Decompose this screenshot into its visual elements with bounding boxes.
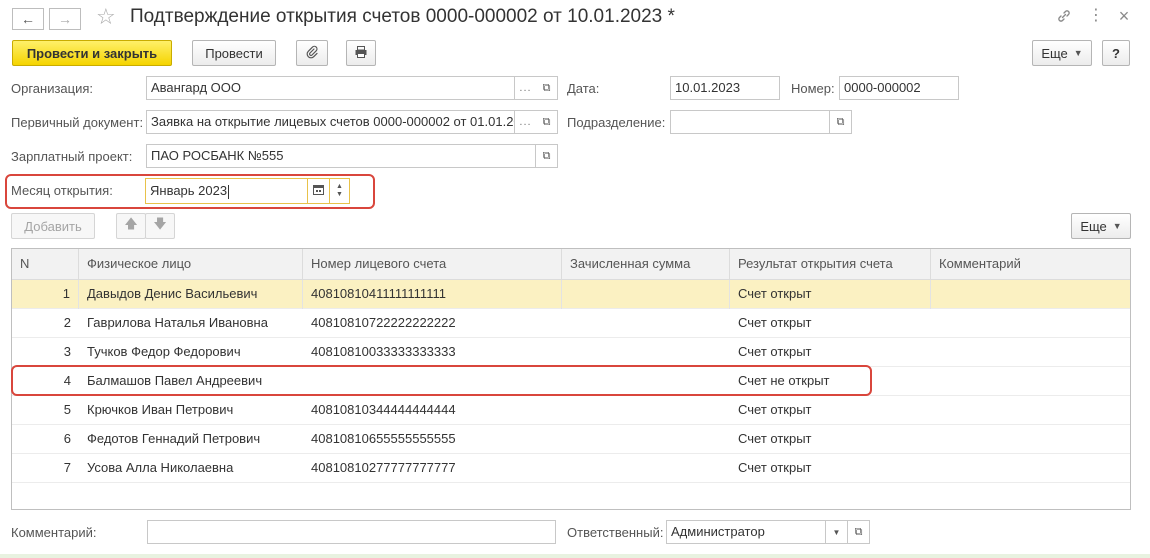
open-link-icon: ⧉ bbox=[854, 525, 863, 538]
ellipsis-icon: ... bbox=[519, 82, 532, 94]
primary-document-field[interactable]: Заявка на открытие лицевых счетов 0000-0… bbox=[146, 110, 515, 134]
paperclip-icon bbox=[305, 45, 319, 62]
move-up-button[interactable]: 🡅 bbox=[116, 213, 146, 239]
open-link-icon: ⧉ bbox=[542, 81, 551, 94]
column-header-result[interactable]: Результат открытия счета bbox=[730, 249, 931, 280]
comment-label: Комментарий: bbox=[11, 525, 97, 540]
column-header-account[interactable]: Номер лицевого счета bbox=[303, 249, 562, 280]
table-row[interactable]: 2 Гаврилова Наталья Ивановна 40810810722… bbox=[12, 309, 1130, 338]
organization-label: Организация: bbox=[11, 81, 94, 96]
organization-field[interactable]: Авангард ООО bbox=[146, 76, 515, 100]
open-link-icon: ⧉ bbox=[542, 149, 551, 162]
column-header-n[interactable]: N bbox=[12, 249, 79, 280]
primary-document-label: Первичный документ: bbox=[11, 115, 144, 130]
number-label: Номер: bbox=[791, 81, 835, 96]
table-row[interactable]: 5 Крючков Иван Петрович 4081081034444444… bbox=[12, 396, 1130, 425]
table-row[interactable]: 1 Давыдов Денис Васильевич 4081081041111… bbox=[12, 280, 1130, 309]
organization-select-button[interactable]: ... bbox=[515, 76, 537, 100]
responsible-field[interactable]: Администратор bbox=[666, 520, 826, 544]
responsible-open-button[interactable]: ⧉ bbox=[848, 520, 870, 544]
salary-project-label: Зарплатный проект: bbox=[11, 149, 133, 164]
post-button[interactable]: Провести bbox=[192, 40, 276, 66]
organization-open-button[interactable]: ⧉ bbox=[536, 76, 558, 100]
column-header-person[interactable]: Физическое лицо bbox=[79, 249, 303, 280]
table-more-button[interactable]: Еще ▼ bbox=[1071, 213, 1131, 239]
close-icon[interactable]: × bbox=[1113, 6, 1135, 27]
more-button[interactable]: Еще ▼ bbox=[1032, 40, 1092, 66]
ellipsis-icon: ... bbox=[519, 116, 532, 128]
arrow-up-icon: 🡅 bbox=[124, 216, 138, 231]
primary-document-select-button[interactable]: ... bbox=[515, 110, 537, 134]
attach-button[interactable] bbox=[296, 40, 328, 66]
forward-button[interactable]: → bbox=[49, 8, 81, 30]
table-header: N Физическое лицо Номер лицевого счета З… bbox=[12, 249, 1130, 280]
department-field[interactable] bbox=[670, 110, 830, 134]
arrow-down-icon: 🡇 bbox=[153, 216, 167, 231]
caret-down-icon: ▼ bbox=[1073, 48, 1083, 58]
table-row[interactable]: 6 Федотов Геннадий Петрович 408108106555… bbox=[12, 425, 1130, 454]
page-title: Подтверждение открытия счетов 0000-00000… bbox=[130, 6, 675, 27]
printer-icon bbox=[354, 45, 368, 62]
bottom-divider bbox=[0, 554, 1150, 558]
back-button[interactable]: ← bbox=[12, 8, 44, 30]
caret-down-icon: ▼ bbox=[832, 527, 841, 537]
link-icon[interactable] bbox=[1053, 8, 1075, 29]
date-label: Дата: bbox=[567, 81, 600, 96]
column-header-comment[interactable]: Комментарий bbox=[931, 249, 1130, 280]
highlight-frame-month bbox=[5, 174, 375, 209]
salary-project-field[interactable]: ПАО РОСБАНК №555 bbox=[146, 144, 536, 168]
department-label: Подразделение: bbox=[567, 115, 666, 130]
arrow-left-icon: ← bbox=[21, 11, 35, 27]
favorite-star-icon[interactable]: ☆ bbox=[96, 4, 116, 30]
salary-project-open-button[interactable]: ⧉ bbox=[536, 144, 558, 168]
responsible-label: Ответственный: bbox=[567, 525, 664, 540]
move-down-button[interactable]: 🡇 bbox=[145, 213, 175, 239]
department-open-button[interactable]: ⧉ bbox=[830, 110, 852, 134]
number-field[interactable]: 0000-000002 bbox=[839, 76, 959, 100]
post-and-close-button[interactable]: Провести и закрыть bbox=[12, 40, 172, 66]
arrow-right-icon: → bbox=[58, 11, 72, 27]
table-row[interactable]: 3 Тучков Федор Федорович 408108100333333… bbox=[12, 338, 1130, 367]
column-header-amount[interactable]: Зачисленная сумма bbox=[562, 249, 730, 280]
open-link-icon: ⧉ bbox=[836, 115, 845, 128]
add-row-button[interactable]: Добавить bbox=[11, 213, 95, 239]
print-button[interactable] bbox=[346, 40, 376, 66]
responsible-dropdown-button[interactable]: ▼ bbox=[826, 520, 848, 544]
more-menu-icon[interactable]: ⋮ bbox=[1085, 5, 1107, 25]
date-field[interactable]: 10.01.2023 bbox=[670, 76, 780, 100]
highlight-frame-row bbox=[11, 365, 872, 396]
caret-down-icon: ▼ bbox=[1112, 221, 1122, 231]
comment-field[interactable] bbox=[147, 520, 556, 544]
open-link-icon: ⧉ bbox=[542, 115, 551, 128]
table-row[interactable]: 7 Усова Алла Николаевна 4081081027777777… bbox=[12, 454, 1130, 483]
primary-document-open-button[interactable]: ⧉ bbox=[536, 110, 558, 134]
help-button[interactable]: ? bbox=[1102, 40, 1130, 66]
